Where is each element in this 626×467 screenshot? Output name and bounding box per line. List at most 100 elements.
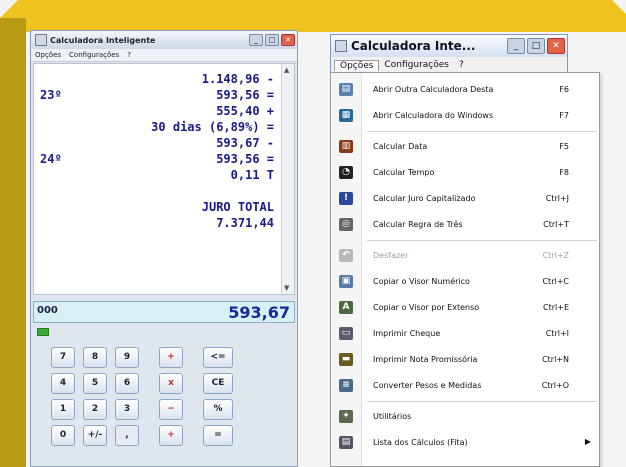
menu-item-shortcut: F5 [559,142,569,151]
key-2-0[interactable]: 1 [51,399,75,420]
menu-item[interactable]: ▬ Imprimir Nota Promissória Ctrl+N [331,347,599,373]
maximize-button[interactable]: □ [527,38,545,54]
key-0-2[interactable]: 9 [115,347,139,368]
key-2-2[interactable]: 3 [115,399,139,420]
menu-opcoes-open[interactable]: Opções [334,59,380,71]
close-button[interactable]: ✕ [547,38,565,54]
menu-item[interactable]: ▦ Abrir Calculadora do Windows F7 [331,103,599,129]
clock-icon: ◔ [339,166,353,179]
interest-icon: ! [339,192,353,205]
menu-separator [367,240,597,241]
key-3-2[interactable]: , [115,425,139,446]
menu-item[interactable]: ▣ Copiar o Visor Numérico Ctrl+C [331,269,599,295]
minimize-button[interactable]: _ [507,38,525,54]
menu-item-shortcut: Ctrl+E [543,303,569,312]
scroll-down-icon[interactable]: ▼ [284,284,289,292]
tape-row-value: 7.371,44 [216,216,274,230]
menu-item-label: Abrir Calculadora do Windows [373,111,494,120]
tape-row: 30 dias (6,89%) = [34,120,274,136]
tape-row: 23º 593,56 = [34,88,274,104]
tape-row: 7.371,44 [34,216,274,232]
menu-item-shortcut: F6 [559,85,569,94]
menu-separator [367,401,597,402]
tape-row: 24º 593,56 = [34,152,274,168]
key-0-4[interactable]: <= [203,347,233,368]
promissory-note-icon: ▬ [339,353,353,366]
main-title-bar: Calculadora Inte... _ □ ✕ [331,35,567,57]
menu-item[interactable]: ✦ Utilitários [331,404,599,430]
key-2-4[interactable]: % [203,399,233,420]
menu-configuracoes[interactable]: Configurações [379,60,453,70]
maximize-button[interactable]: □ [265,34,279,46]
scroll-up-icon[interactable]: ▲ [284,66,289,74]
key-2-1[interactable]: 2 [83,399,107,420]
key-3-4[interactable]: = [203,425,233,446]
key-1-3[interactable]: x [159,373,183,394]
tape-scrollbar[interactable]: ▲ ▼ [281,64,294,294]
menu-item-label: Lista dos Cálculos (Fita) [373,438,468,447]
key-0-3[interactable]: + [159,347,183,368]
menu-item-shortcut: Ctrl+I [545,329,569,338]
tape-row-label: 24º [40,152,62,166]
menu-configuracoes[interactable]: Configurações [69,51,119,59]
menu-item[interactable]: ▤ Abrir Outra Calculadora Desta F6 [331,77,599,103]
key-1-0[interactable]: 4 [51,373,75,394]
menu-item-label: Desfazer [373,251,409,260]
menu-help[interactable]: ? [454,60,469,70]
decorative-frame-left [0,18,26,467]
tape-row-value: 0,11 T [230,168,274,182]
calculator-window-icon: ▤ [339,83,353,96]
tape-row: 555,40 + [34,104,274,120]
display-value: 593,67 [228,303,290,322]
menu-item[interactable]: ◔ Calcular Tempo F8 [331,160,599,186]
key-3-1[interactable]: +/- [83,425,107,446]
tape-row [34,184,274,200]
key-2-3[interactable]: − [159,399,183,420]
tape-row: 0,11 T [34,168,274,184]
key-3-0[interactable]: 0 [51,425,75,446]
app-icon [35,34,47,46]
tape-row-value: 593,56 = [216,152,274,166]
close-button[interactable]: ✕ [281,34,295,46]
key-1-4[interactable]: CE [203,373,233,394]
copy-text-icon: A [339,301,353,314]
tape-row-value: JURO TOTAL [201,200,274,214]
menu-help[interactable]: ? [127,51,131,59]
menu-item[interactable]: ! Calcular Juro Capitalizado Ctrl+J [331,186,599,212]
menu-item[interactable]: A Copiar o Visor por Extenso Ctrl+E [331,295,599,321]
key-3-3[interactable]: + [159,425,183,446]
tape-row: JURO TOTAL [34,200,274,216]
small-menubar: Opções Configurações ? [31,49,297,62]
menu-item-shortcut: F7 [559,111,569,120]
main-window-title: Calculadora Inte... [351,39,476,53]
tape-row-value: 593,67 - [216,136,274,150]
cheque-icon: ▭ [339,327,353,340]
memory-indicator: 000 [37,305,58,316]
menu-item[interactable]: ▤ Lista dos Cálculos (Fita) ▶ [331,430,599,456]
menu-item[interactable]: ▥ Calcular Data F5 [331,134,599,160]
menu-item-label: Calcular Tempo [373,168,435,177]
key-0-1[interactable]: 8 [83,347,107,368]
menu-item-shortcut: Ctrl+C [542,277,569,286]
menu-item-label: Imprimir Nota Promissória [373,355,478,364]
menu-item-shortcut: Ctrl+Z [542,251,569,260]
minimize-button[interactable]: _ [249,34,263,46]
key-1-2[interactable]: 6 [115,373,139,394]
menu-item: ↶ Desfazer Ctrl+Z [331,243,599,269]
menu-item[interactable]: ◎ Calcular Regra de Três Ctrl+T [331,212,599,238]
key-0-0[interactable]: 7 [51,347,75,368]
calculation-tape: ▲ ▼ 1.148,96 - 23º 593,56 = 555,40 + 30 dias… [33,63,295,295]
tape-row-label: 23º [40,88,62,102]
menu-item-label: Copiar o Visor Numérico [373,277,470,286]
key-1-1[interactable]: 5 [83,373,107,394]
menu-item-shortcut: Ctrl+T [543,220,569,229]
copy-icon: ▣ [339,275,353,288]
menu-item-label: Calcular Juro Capitalizado [373,194,476,203]
rule-of-three-icon: ◎ [339,218,353,231]
menu-item[interactable]: ▭ Imprimir Cheque Ctrl+I [331,321,599,347]
menu-opcoes[interactable]: Opções [35,51,61,59]
menu-item-shortcut: Ctrl+O [541,381,569,390]
tape-row-value: 1.148,96 - [201,72,274,86]
calendar-icon: ▥ [339,140,353,153]
menu-item[interactable]: ≡ Converter Pesos e Medidas Ctrl+O [331,373,599,399]
